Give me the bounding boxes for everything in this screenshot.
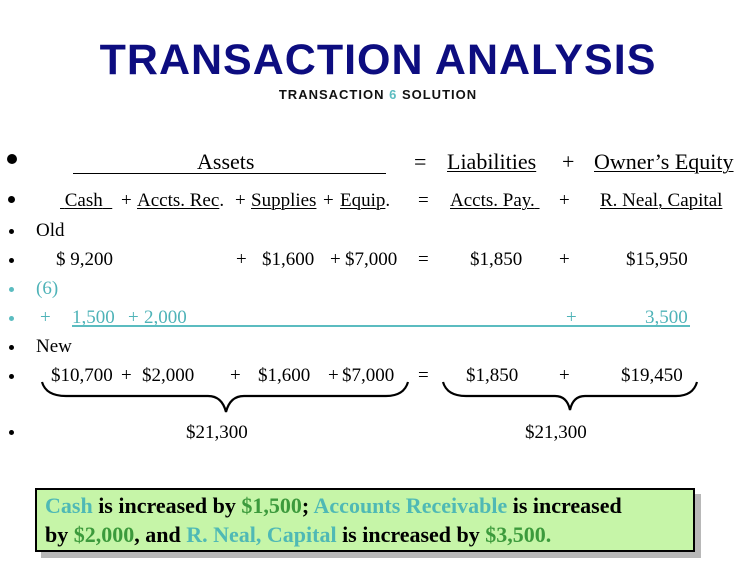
summary-amount: $3,500.: [485, 522, 552, 547]
assets-brace-icon: [40, 381, 410, 413]
summary-box: Cash is increased by $1,500; Accounts Re…: [35, 488, 695, 552]
summary-line-2: by $2,000, and R. Neal, Capital is incre…: [45, 520, 693, 549]
summary-account: Accounts Receivable: [313, 493, 508, 518]
summary-text: is increased: [507, 493, 622, 518]
summary-amount: $2,000: [73, 522, 135, 547]
summary-amount: $1,500: [241, 493, 302, 518]
summary-text: , and: [134, 522, 187, 547]
liabilities-equity-brace-icon: [441, 381, 699, 411]
summary-account: R. Neal, Capital: [186, 522, 337, 547]
summary-text: is increased by: [92, 493, 242, 518]
summary-line-1: Cash is increased by $1,500; Accounts Re…: [45, 491, 693, 520]
assets-total: $21,300: [186, 422, 248, 443]
liabilities-equity-total: $21,300: [525, 422, 587, 443]
summary-text: ;: [301, 493, 314, 518]
summary-account: Cash: [45, 493, 93, 518]
summary-text: by: [45, 522, 74, 547]
summary-text: is increased by: [336, 522, 486, 547]
